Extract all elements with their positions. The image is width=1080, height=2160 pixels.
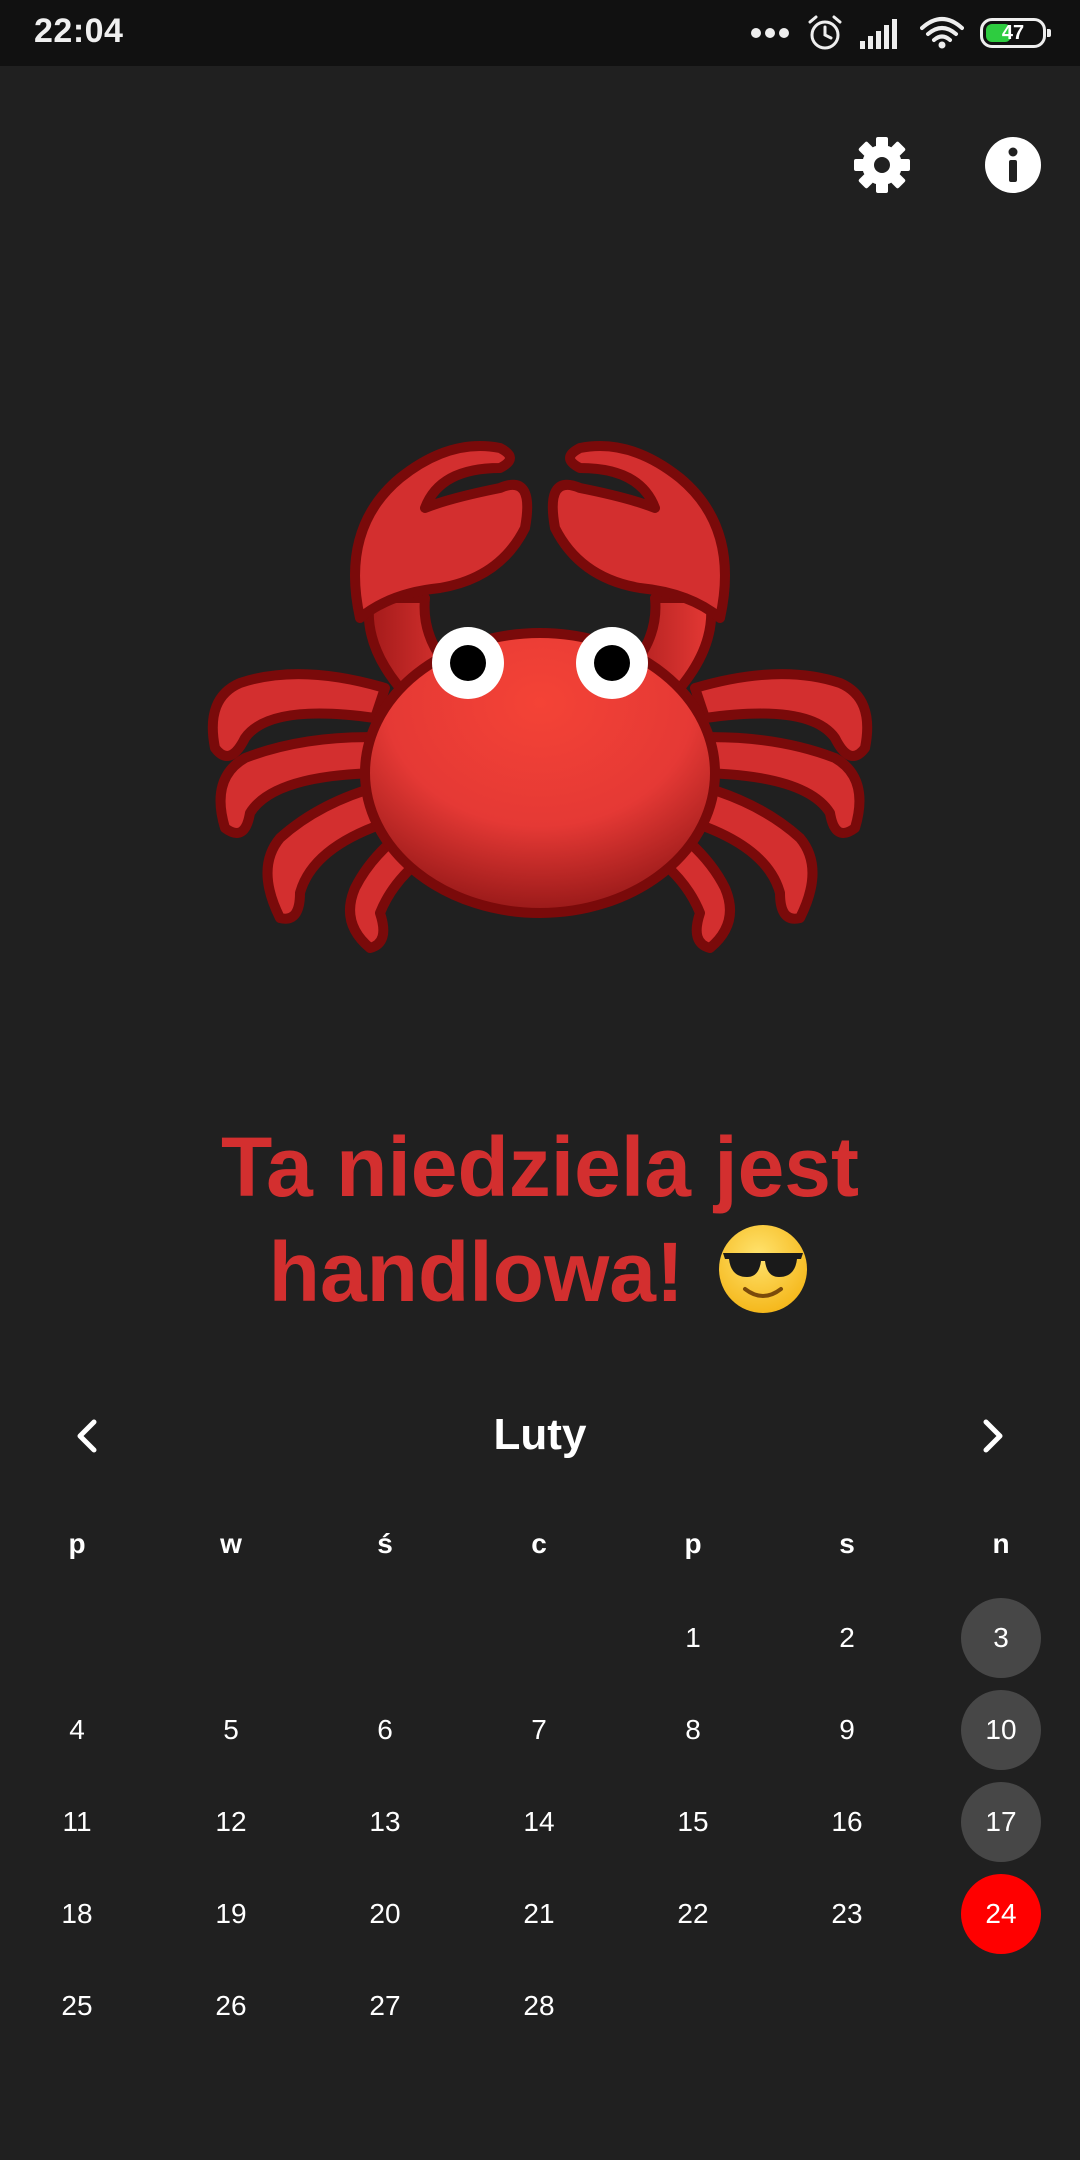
weekday-label: ś bbox=[377, 1528, 393, 1559]
calendar-day[interactable]: 3 bbox=[961, 1598, 1041, 1678]
headline-line2: handlowa! bbox=[268, 1225, 684, 1319]
calendar-day[interactable]: 26 bbox=[191, 1966, 271, 2046]
calendar-day[interactable]: 6 bbox=[345, 1690, 425, 1770]
headline-line1: Ta niedziela jest bbox=[221, 1120, 859, 1214]
calendar-day[interactable]: 15 bbox=[653, 1782, 733, 1862]
calendar-day[interactable]: 20 bbox=[345, 1874, 425, 1954]
status-bar: 22:04 47 bbox=[0, 0, 1080, 66]
weekday-label: n bbox=[992, 1528, 1010, 1559]
settings-button[interactable] bbox=[852, 135, 912, 195]
calendar-day[interactable]: 5 bbox=[191, 1690, 271, 1770]
battery-icon: 47 bbox=[980, 18, 1051, 48]
next-month-button[interactable] bbox=[972, 1416, 1012, 1456]
weekday-label: p bbox=[68, 1528, 86, 1559]
calendar-day[interactable]: 23 bbox=[807, 1874, 887, 1954]
alarm-icon bbox=[808, 15, 842, 50]
weekday-label: p bbox=[684, 1528, 702, 1559]
month-navigation: Luty bbox=[0, 1400, 1080, 1470]
calendar-day[interactable]: 14 bbox=[499, 1782, 579, 1862]
calendar-day[interactable]: 25 bbox=[37, 1966, 117, 2046]
weekday-label: s bbox=[839, 1528, 855, 1559]
calendar-day[interactable]: 1 bbox=[653, 1598, 733, 1678]
calendar-day[interactable]: 10 bbox=[961, 1690, 1041, 1770]
calendar-day[interactable]: 27 bbox=[345, 1966, 425, 2046]
status-icons: 47 bbox=[750, 12, 1051, 54]
month-title: Luty bbox=[493, 1410, 587, 1459]
chevron-right-icon bbox=[983, 1419, 1003, 1453]
wifi-icon bbox=[920, 17, 964, 49]
calendar-day[interactable]: 12 bbox=[191, 1782, 271, 1862]
weekday-header: p w ś c p s n bbox=[0, 1528, 1080, 1568]
calendar-day[interactable]: 9 bbox=[807, 1690, 887, 1770]
calendar-day[interactable]: 2 bbox=[807, 1598, 887, 1678]
chevron-left-icon bbox=[77, 1419, 97, 1453]
weekday-label: w bbox=[220, 1528, 242, 1559]
crab-image bbox=[207, 441, 873, 953]
prev-month-button[interactable] bbox=[68, 1416, 108, 1456]
calendar-day[interactable]: 13 bbox=[345, 1782, 425, 1862]
info-button[interactable] bbox=[983, 135, 1043, 195]
calendar-day[interactable]: 22 bbox=[653, 1874, 733, 1954]
calendar-day[interactable]: 19 bbox=[191, 1874, 271, 1954]
calendar-day[interactable]: 8 bbox=[653, 1690, 733, 1770]
headline: Ta niedziela jest handlowa! bbox=[90, 1115, 990, 1324]
headline-line2-row: handlowa! bbox=[90, 1219, 990, 1324]
gear-icon bbox=[854, 137, 910, 193]
battery-level: 47 bbox=[1001, 22, 1025, 44]
calendar-day[interactable]: 11 bbox=[37, 1782, 117, 1862]
calendar-day[interactable]: 18 bbox=[37, 1874, 117, 1954]
info-icon bbox=[985, 137, 1041, 193]
calendar-day[interactable]: 28 bbox=[499, 1966, 579, 2046]
status-time: 22:04 bbox=[34, 12, 124, 50]
calendar-day[interactable]: 16 bbox=[807, 1782, 887, 1862]
calendar-day[interactable]: 4 bbox=[37, 1690, 117, 1770]
calendar-day[interactable]: 7 bbox=[499, 1690, 579, 1770]
calendar-day[interactable]: 21 bbox=[499, 1874, 579, 1954]
weekday-label: c bbox=[531, 1528, 547, 1559]
sunglasses-emoji-icon bbox=[719, 1225, 808, 1313]
calendar-day[interactable]: 17 bbox=[961, 1782, 1041, 1862]
calendar-day-current[interactable]: 24 bbox=[961, 1874, 1041, 1954]
signal-icon bbox=[860, 19, 897, 49]
more-dots-icon bbox=[751, 28, 789, 38]
